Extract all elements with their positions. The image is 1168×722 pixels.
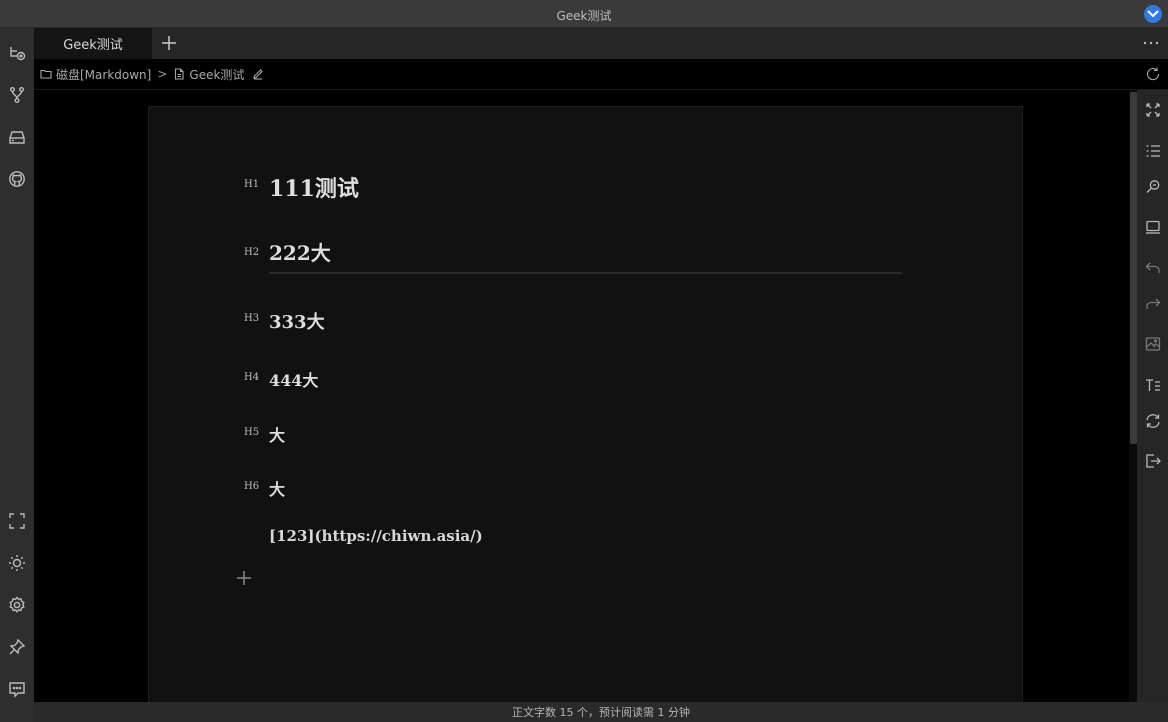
link-paragraph[interactable]: [123](https://chiwn.asia/)	[269, 527, 483, 545]
settings-icon[interactable]	[8, 596, 26, 614]
heading-5[interactable]: 大	[269, 422, 285, 446]
h2-label: H2	[244, 247, 260, 258]
more-icon[interactable]	[1140, 32, 1162, 54]
h1-label: H1	[244, 179, 260, 190]
right-toolbar	[1137, 90, 1168, 702]
fullscreen-icon[interactable]	[8, 512, 26, 530]
activity-bar	[0, 28, 34, 722]
undo-icon[interactable]	[1144, 259, 1161, 276]
file-icon	[175, 68, 184, 80]
breadcrumb-folder-label: 磁盘[Markdown]	[56, 67, 152, 82]
heading-2-underline	[269, 272, 902, 274]
scrollbar-thumb[interactable]	[1130, 92, 1137, 444]
image-icon[interactable]	[1144, 335, 1161, 352]
breadcrumb-separator: >	[157, 67, 168, 81]
search-replace-icon[interactable]	[1144, 178, 1161, 195]
branch-icon[interactable]	[8, 86, 26, 104]
add-block-icon[interactable]	[235, 569, 253, 587]
word-count-status: 正文字数 15 个，预计阅读需 1 分钟	[512, 706, 690, 719]
breadcrumb-folder[interactable]: 磁盘[Markdown]	[40, 66, 151, 83]
heading-1[interactable]: 111测试	[269, 171, 359, 203]
update-icon[interactable]	[1144, 5, 1162, 23]
export-icon[interactable]	[1144, 452, 1161, 469]
folder-icon	[40, 69, 52, 79]
status-bar: 正文字数 15 个，预计阅读需 1 分钟	[34, 702, 1168, 722]
pin-icon[interactable]	[8, 638, 26, 656]
edit-icon[interactable]	[252, 68, 264, 80]
breadcrumb-file-label: Geek测试	[189, 67, 245, 82]
breadcrumb-file[interactable]: Geek测试	[173, 66, 264, 83]
window-title: Geek测试	[556, 9, 612, 23]
breadcrumb: 磁盘[Markdown] > Geek测试	[34, 59, 1168, 90]
heading-6[interactable]: 大	[269, 476, 285, 500]
title-bar: Geek测试	[0, 0, 1168, 28]
feedback-icon[interactable]	[8, 680, 26, 698]
add-tab-icon[interactable]	[158, 32, 180, 54]
drive-icon[interactable]	[8, 128, 26, 146]
outline-icon[interactable]	[1144, 142, 1161, 159]
sync-icon[interactable]	[1144, 412, 1161, 429]
h6-label: H6	[244, 481, 260, 492]
heading-2[interactable]: 222大	[269, 237, 331, 266]
new-connection-icon[interactable]	[8, 44, 26, 62]
expand-icon[interactable]	[1144, 101, 1161, 118]
text-format-icon[interactable]	[1144, 376, 1161, 393]
heading-3[interactable]: 333大	[269, 308, 325, 334]
redo-icon[interactable]	[1144, 295, 1161, 312]
h4-label: H4	[244, 372, 260, 383]
heading-4[interactable]: 444大	[269, 367, 318, 391]
refresh-icon[interactable]	[1145, 66, 1161, 82]
h5-label: H5	[244, 427, 260, 438]
tab-geek-test[interactable]: Geek测试	[34, 28, 152, 59]
h3-label: H3	[244, 313, 260, 324]
preview-icon[interactable]	[1144, 218, 1161, 235]
tab-bar: Geek测试	[34, 28, 1168, 59]
github-icon[interactable]	[8, 170, 26, 188]
theme-icon[interactable]	[8, 554, 26, 572]
